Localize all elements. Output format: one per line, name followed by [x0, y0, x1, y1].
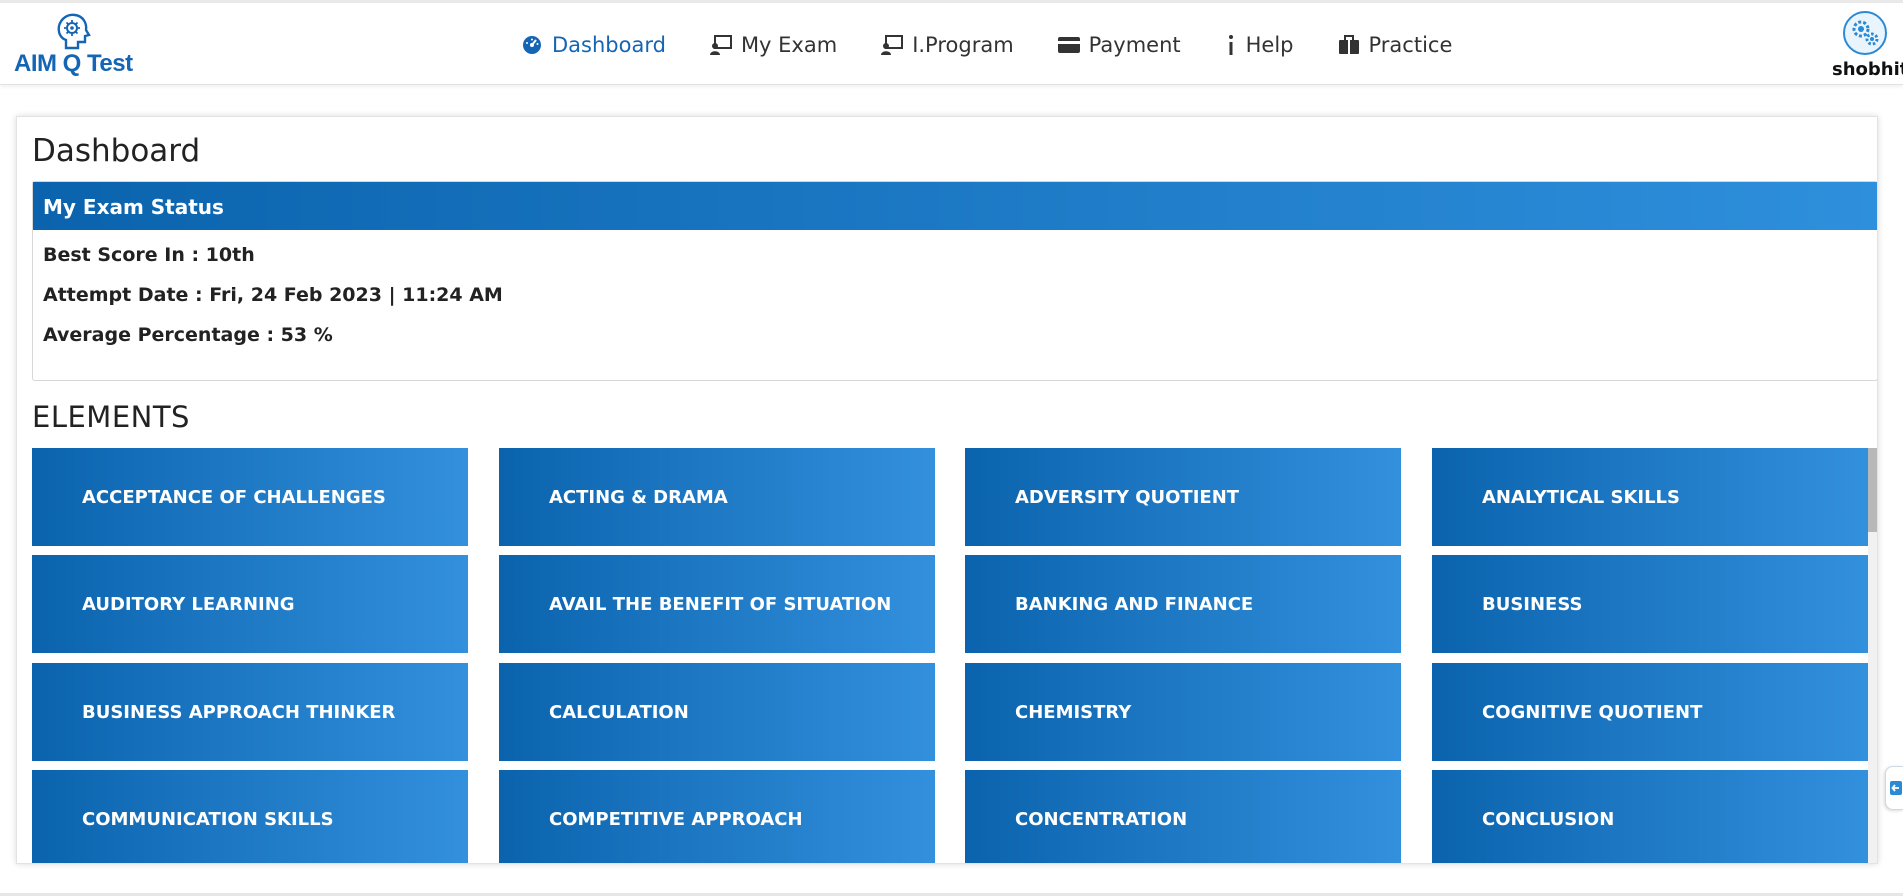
exam-status-header: My Exam Status — [33, 182, 1877, 230]
element-tile[interactable]: CONCENTRATION — [965, 770, 1401, 863]
average-percentage-text: Average Percentage : 53 % — [43, 324, 333, 346]
top-header: AIM Q Test Dashboard My Exam I.Program P… — [0, 3, 1903, 85]
brand-name: AIM Q Test — [14, 50, 133, 77]
element-tile[interactable]: ANALYTICAL SKILLS — [1432, 448, 1868, 546]
briefcase-icon — [1337, 33, 1361, 57]
elements-title: ELEMENTS — [32, 400, 190, 434]
dashboard-card: Dashboard My Exam Status Best Score In :… — [16, 116, 1878, 864]
nav-help-label: Help — [1245, 33, 1294, 57]
nav-dashboard-label: Dashboard — [552, 33, 666, 57]
nav-my-exam-label: My Exam — [740, 33, 838, 57]
user-name: shobhit — [1832, 59, 1903, 80]
element-tile[interactable]: ADVERSITY QUOTIENT — [965, 448, 1401, 546]
user-menu[interactable]: shobhit — [1828, 9, 1903, 85]
best-score-text: Best Score In : 10th — [43, 244, 255, 266]
element-tile[interactable]: CALCULATION — [499, 663, 935, 761]
head-gear-logo-icon — [57, 13, 91, 50]
element-tile[interactable]: ACCEPTANCE OF CHALLENGES — [32, 448, 468, 546]
element-tile[interactable]: ACTING & DRAMA — [499, 448, 935, 546]
exam-monitor-icon — [709, 33, 733, 57]
brand-logo[interactable]: AIM Q Test — [12, 10, 142, 80]
element-tile[interactable]: COMPETITIVE APPROACH — [499, 770, 935, 863]
arrow-left-icon — [1890, 781, 1902, 795]
element-tile[interactable]: AVAIL THE BENEFIT OF SITUATION — [499, 555, 935, 653]
gears-avatar-icon — [1843, 11, 1887, 55]
exam-status-panel: My Exam Status Best Score In : 10th Atte… — [32, 181, 1877, 381]
nav-help[interactable]: Help — [1224, 33, 1294, 57]
dashboard-gauge-icon — [520, 33, 544, 57]
element-tile[interactable]: BANKING AND FINANCE — [965, 555, 1401, 653]
nav-i-program-label: I.Program — [912, 33, 1014, 57]
nav-payment[interactable]: Payment — [1057, 33, 1181, 57]
page-title: Dashboard — [32, 133, 201, 169]
credit-card-icon — [1057, 33, 1081, 57]
nav-practice-label: Practice — [1368, 33, 1453, 57]
attempt-date-text: Attempt Date : Fri, 24 Feb 2023 | 11:24 … — [43, 284, 503, 306]
nav-my-exam[interactable]: My Exam — [709, 33, 837, 57]
element-tile[interactable]: BUSINESS — [1432, 555, 1868, 653]
elements-scrollbar-thumb[interactable] — [1868, 448, 1877, 532]
nav-dashboard[interactable]: Dashboard — [520, 33, 666, 57]
element-tile[interactable]: BUSINESS APPROACH THINKER — [32, 663, 468, 761]
element-tile[interactable]: AUDITORY LEARNING — [32, 555, 468, 653]
element-tile[interactable]: COMMUNICATION SKILLS — [32, 770, 468, 863]
nav-i-program[interactable]: I.Program — [880, 33, 1014, 57]
main-nav: Dashboard My Exam I.Program Payment Help — [520, 25, 1495, 65]
element-tile[interactable]: COGNITIVE QUOTIENT — [1432, 663, 1868, 761]
element-tile[interactable]: CHEMISTRY — [965, 663, 1401, 761]
element-tile[interactable]: CONCLUSION — [1432, 770, 1868, 863]
nav-practice[interactable]: Practice — [1337, 33, 1453, 57]
side-drawer-toggle[interactable] — [1885, 766, 1903, 810]
program-monitor-icon — [880, 33, 904, 57]
nav-payment-label: Payment — [1088, 33, 1181, 57]
info-icon — [1224, 33, 1238, 57]
